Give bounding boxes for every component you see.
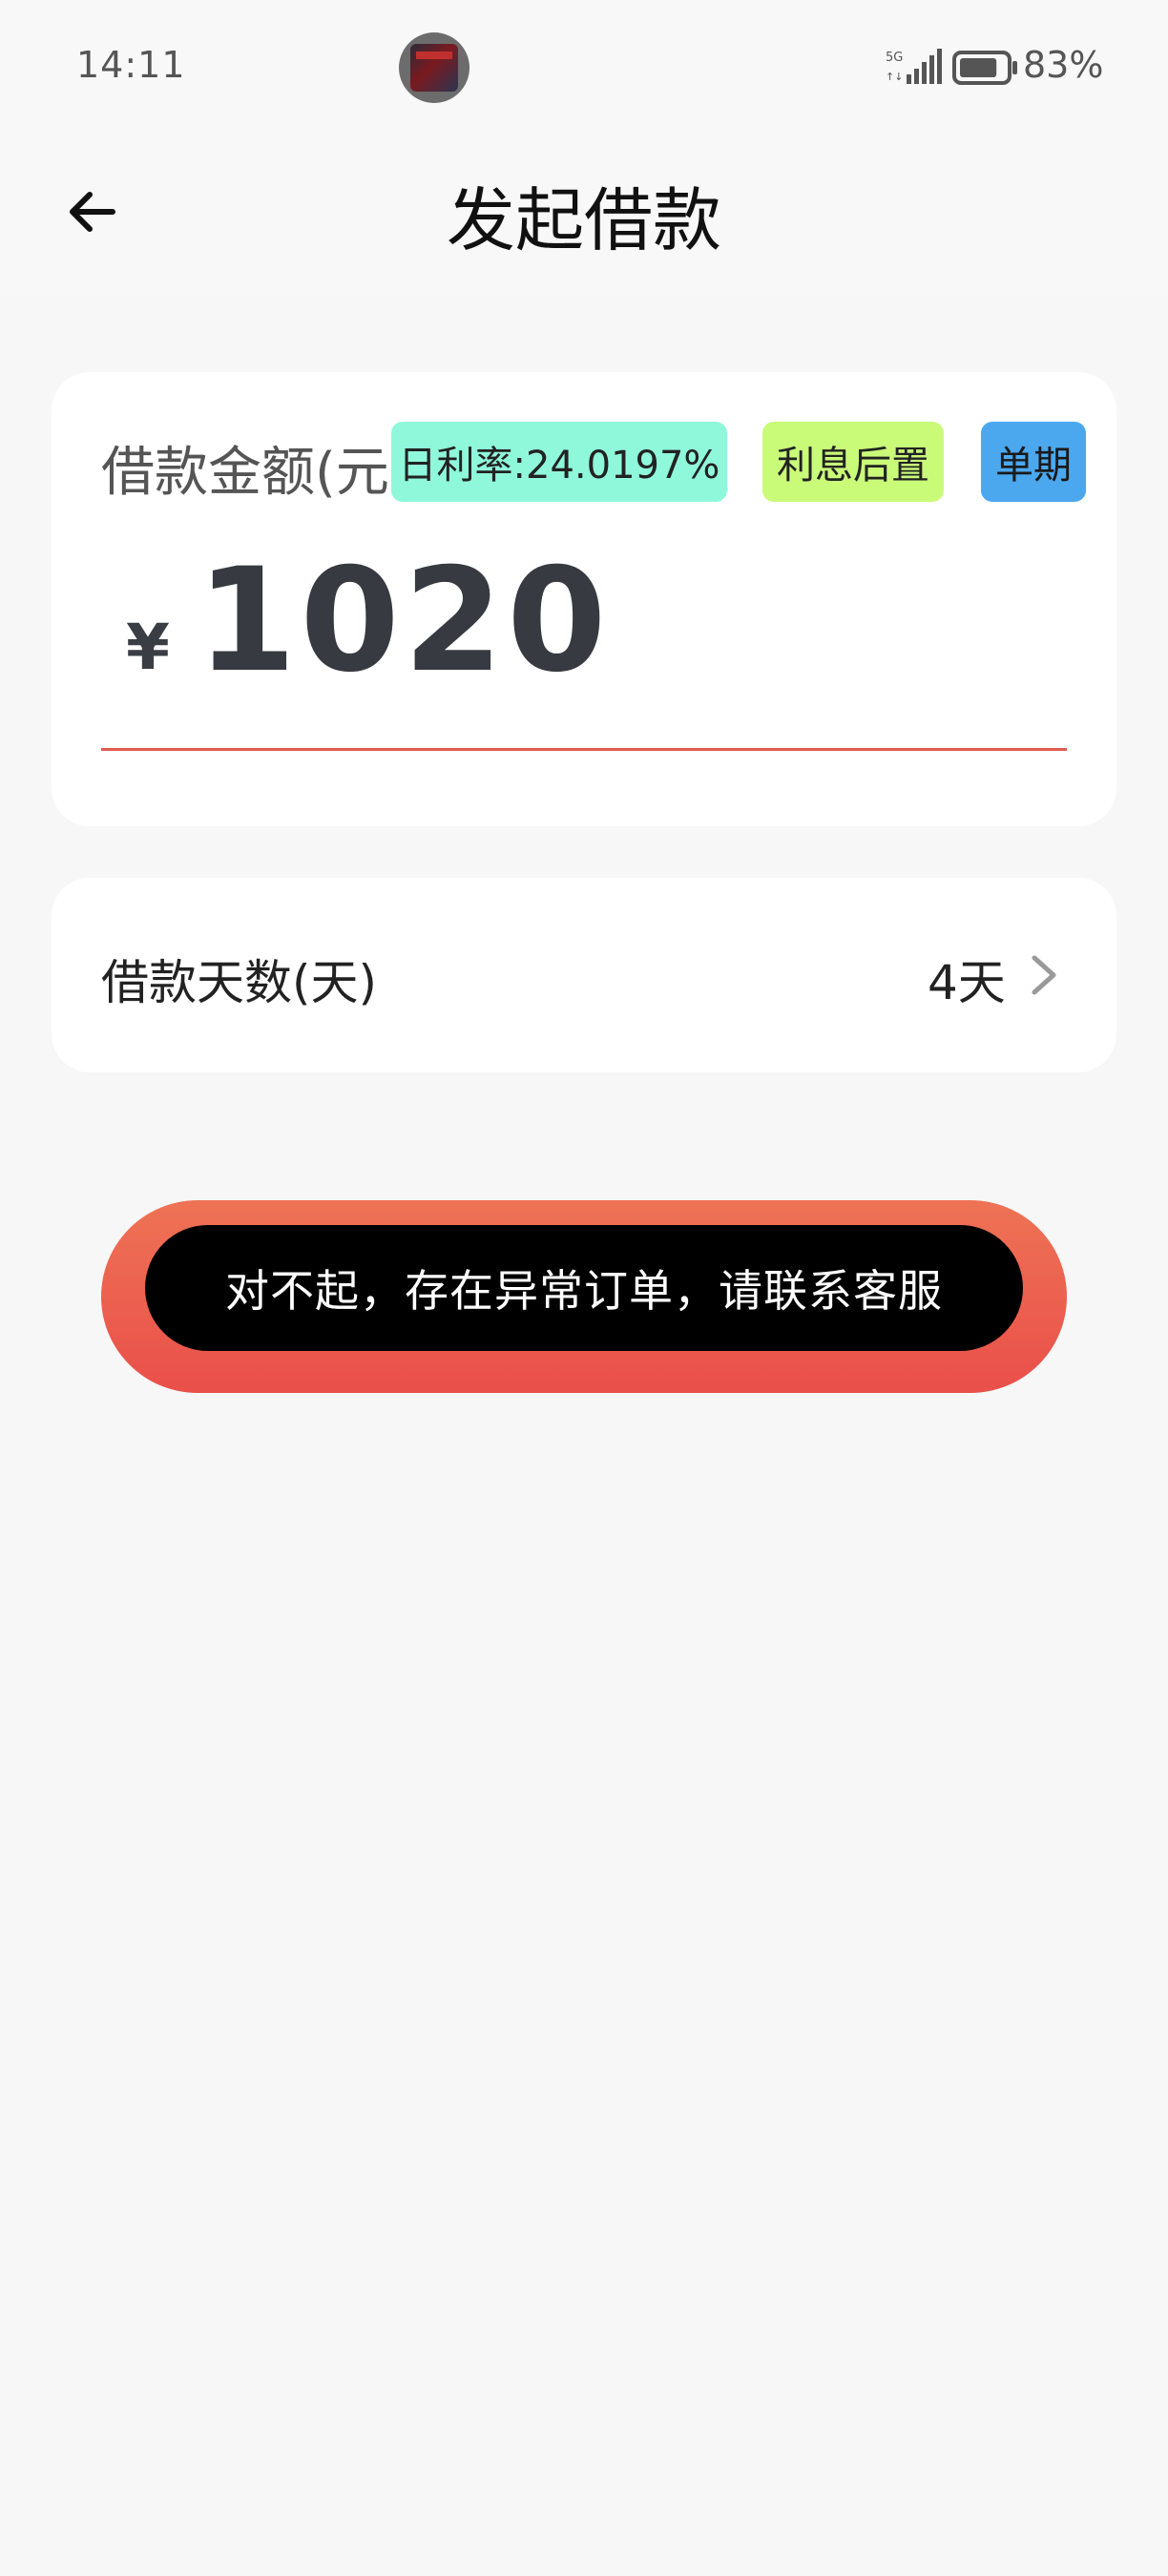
- page-title: 发起借款: [446, 180, 721, 260]
- loan-amount-label: 借款金额(元): [101, 442, 410, 504]
- signal-icon: 5G ↑↓: [886, 49, 942, 84]
- single-period-badge: 单期: [981, 422, 1086, 502]
- network-type-label: 5G: [886, 51, 903, 65]
- status-bar: 14:11 5G ↑↓ 83%: [0, 0, 1168, 135]
- battery-icon: [952, 51, 1017, 85]
- status-time: 14:11: [76, 44, 186, 86]
- interest-deferred-badge: 利息后置: [762, 422, 944, 502]
- loan-days-value: 4天: [928, 955, 1006, 1010]
- currency-symbol: ¥: [126, 611, 170, 684]
- loan-application-screen: 14:11 5G ↑↓ 83% 发起借款 借款金额(元) 日利率:24.0197…: [0, 0, 1168, 2576]
- daily-rate-badge: 日利率:24.0197%: [391, 422, 727, 502]
- loan-amount-card: 借款金额(元) 日利率:24.0197% 利息后置 单期 ¥ 1020: [52, 372, 1116, 826]
- loan-amount-input[interactable]: 1020: [197, 538, 610, 704]
- loan-days-label: 借款天数(天): [101, 955, 378, 1010]
- notification-app-icon: [399, 32, 469, 103]
- error-toast: 对不起，存在异常订单，请联系客服: [145, 1225, 1023, 1351]
- amount-input-underline: [101, 748, 1067, 751]
- chevron-right-icon: [1032, 955, 1056, 995]
- svg-text:↑↓: ↑↓: [886, 71, 903, 83]
- battery-percentage: 83%: [1023, 44, 1104, 86]
- app-header: 发起借款: [0, 135, 1168, 296]
- loan-days-selector[interactable]: 借款天数(天) 4天: [52, 878, 1116, 1072]
